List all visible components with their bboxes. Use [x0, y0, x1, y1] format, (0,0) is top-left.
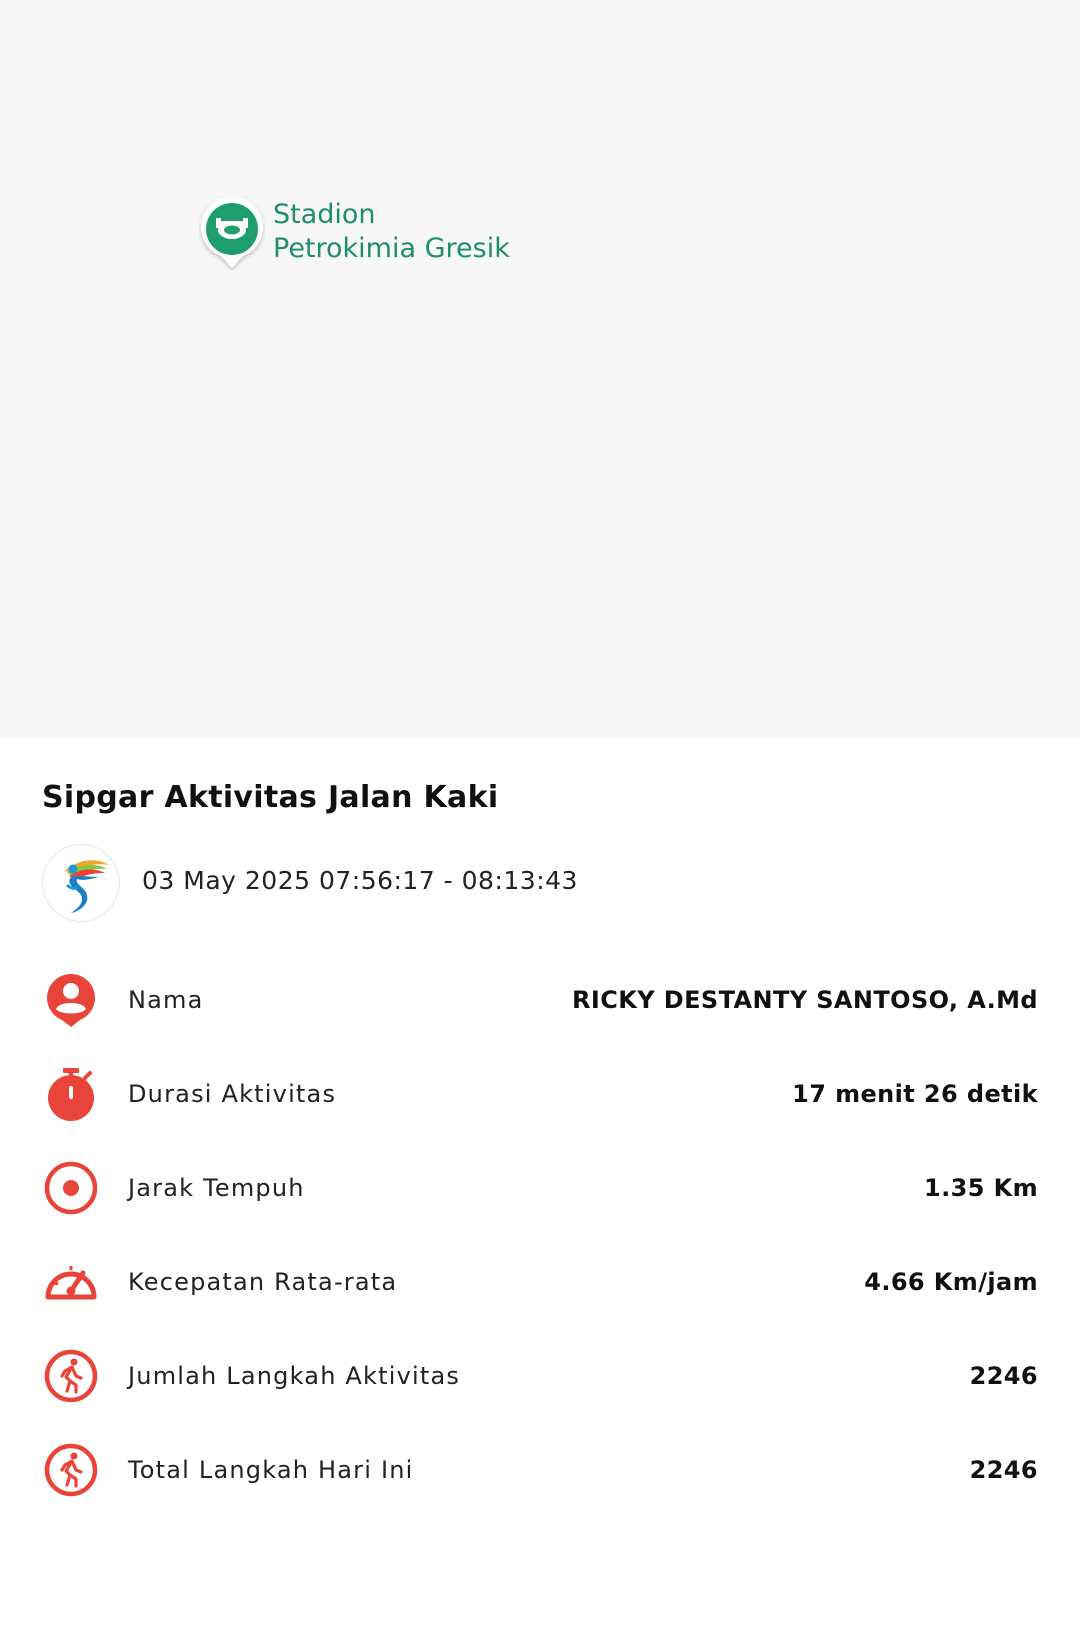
- walking-icon: [42, 1347, 100, 1405]
- map-poi-marker[interactable]: Stadion Petrokimia Gresik: [199, 196, 510, 270]
- stat-value: 4.66 Km/jam: [864, 1268, 1038, 1296]
- stat-row-name: Nama RICKY DESTANTY SANTOSO, A.Md: [42, 970, 1038, 1030]
- activity-date-range: 03 May 2025 07:56:17 - 08:13:43: [142, 866, 578, 895]
- stat-label: Jumlah Langkah Aktivitas: [128, 1362, 461, 1390]
- stat-label: Jarak Tempuh: [128, 1174, 305, 1202]
- activity-summary-sheet: Sipgar Aktivitas Jalan Kaki 03 May 2025 …: [0, 738, 1080, 1651]
- poi-label: Stadion Petrokimia Gresik: [273, 198, 510, 266]
- stat-value: 17 menit 26 detik: [792, 1080, 1038, 1108]
- stat-row-duration: Durasi Aktivitas 17 menit 26 detik: [42, 1064, 1038, 1124]
- stat-label: Total Langkah Hari Ini: [128, 1456, 414, 1484]
- stat-value: 2246: [969, 1456, 1038, 1484]
- walking-icon: [42, 1441, 100, 1499]
- stat-row-speed: Kecepatan Rata-rata 4.66 Km/jam: [42, 1252, 1038, 1312]
- map-view[interactable]: Stadion Petrokimia Gresik: [0, 0, 1080, 738]
- stat-row-distance: Jarak Tempuh 1.35 Km: [42, 1158, 1038, 1218]
- stat-value: 1.35 Km: [924, 1174, 1038, 1202]
- person-pin-icon: [42, 971, 100, 1029]
- target-icon: [42, 1159, 100, 1217]
- sipgar-logo: [42, 844, 120, 922]
- stadium-pin-icon: [199, 196, 265, 270]
- stat-label: Nama: [128, 986, 204, 1014]
- poi-label-line2: Petrokimia Gresik: [273, 233, 510, 264]
- stat-label: Kecepatan Rata-rata: [128, 1268, 398, 1296]
- speedometer-icon: [42, 1253, 100, 1311]
- stat-label: Durasi Aktivitas: [128, 1080, 337, 1108]
- stat-row-total-steps: Total Langkah Hari Ini 2246: [42, 1440, 1038, 1500]
- stat-value: RICKY DESTANTY SANTOSO, A.Md: [572, 986, 1038, 1014]
- activity-title: Sipgar Aktivitas Jalan Kaki: [42, 780, 499, 815]
- stopwatch-icon: [42, 1065, 100, 1123]
- stat-value: 2246: [969, 1362, 1038, 1390]
- poi-label-line1: Stadion: [273, 199, 376, 230]
- stat-row-activity-steps: Jumlah Langkah Aktivitas 2246: [42, 1346, 1038, 1406]
